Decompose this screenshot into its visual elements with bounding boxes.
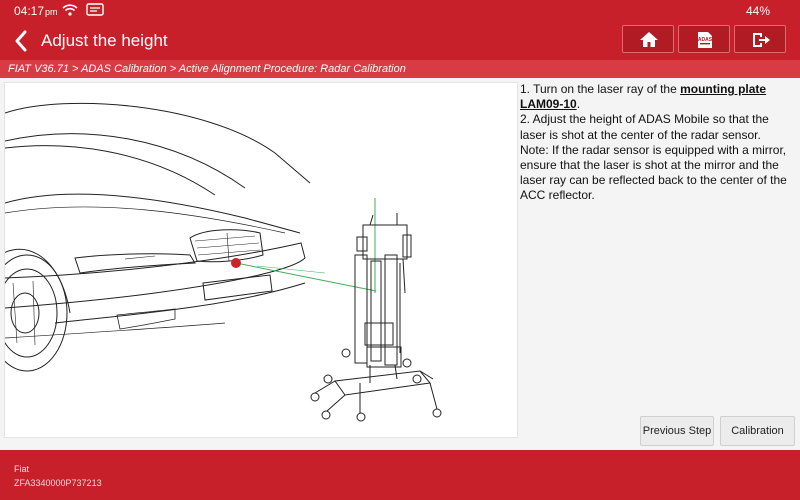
wifi-icon xyxy=(62,4,78,19)
back-button[interactable] xyxy=(10,28,34,54)
calibration-button[interactable]: Calibration xyxy=(720,416,795,446)
main-content: 1. Turn on the laser ray of the mounting… xyxy=(0,78,800,450)
exit-button[interactable] xyxy=(734,25,786,53)
adas-icon: ADAS xyxy=(698,32,713,48)
step2-text: 2. Adjust the height of ADAS Mobile so t… xyxy=(520,112,769,142)
chevron-left-icon xyxy=(15,30,27,52)
mail-icon xyxy=(86,3,104,19)
home-button[interactable] xyxy=(622,25,674,53)
page-title: Adjust the height xyxy=(41,31,168,50)
vehicle-vin: ZFA3340000P737213 xyxy=(14,478,102,488)
instruction-text: 1. Turn on the laser ray of the mounting… xyxy=(520,82,792,204)
title-bar: Adjust the height ADAS xyxy=(0,22,800,60)
battery-level: 44% xyxy=(745,4,770,18)
status-bar: 04:17pm 44% xyxy=(0,0,800,22)
status-time: 04:17pm xyxy=(14,4,58,18)
home-icon xyxy=(640,32,658,47)
step1-text: 1. Turn on the laser ray of the xyxy=(520,82,681,96)
breadcrumb: FIAT V36.71 > ADAS Calibration > Active … xyxy=(0,60,800,78)
svg-text:ADAS: ADAS xyxy=(698,37,713,43)
note-text: Note: If the radar sensor is equipped wi… xyxy=(520,142,787,203)
exit-icon xyxy=(753,33,770,47)
vehicle-make: Fiat xyxy=(14,464,30,474)
step1-suffix: . xyxy=(576,97,581,112)
previous-step-button[interactable]: Previous Step xyxy=(640,416,714,446)
radar-calibration-illustration xyxy=(0,82,518,438)
vehicle-info-footer: Fiat ZFA3340000P737213 xyxy=(0,450,800,500)
adas-report-button[interactable]: ADAS xyxy=(678,25,730,53)
